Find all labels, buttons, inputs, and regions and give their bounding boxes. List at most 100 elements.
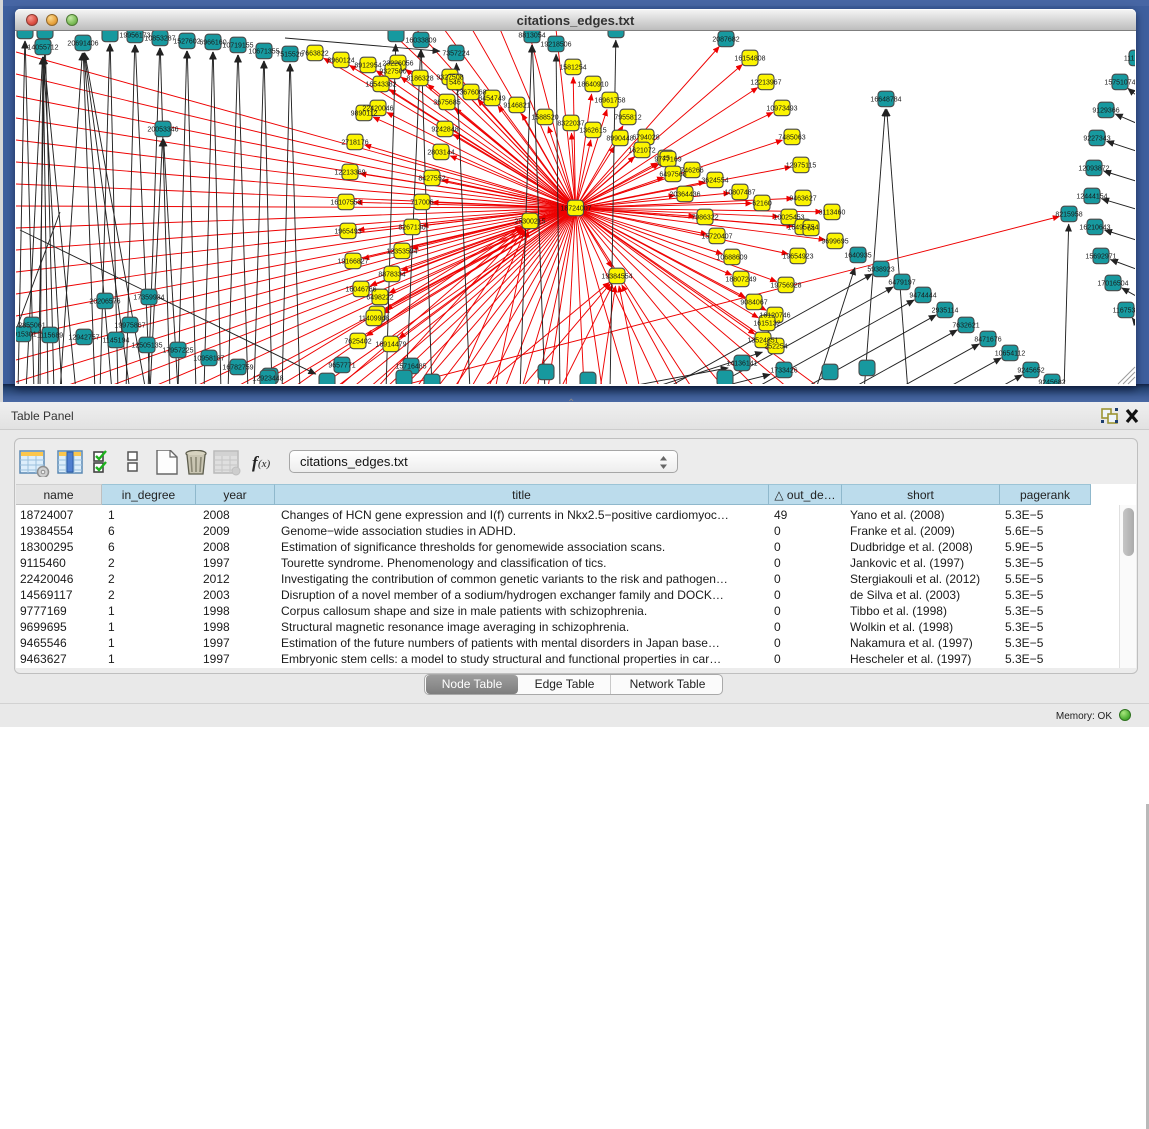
svg-text:1640935: 1640935 — [844, 253, 871, 260]
svg-text:7955812: 7955812 — [614, 115, 641, 122]
svg-text:2803144: 2803144 — [427, 150, 454, 157]
svg-text:8813054: 8813054 — [518, 33, 545, 40]
svg-text:20053346: 20053346 — [147, 127, 178, 134]
svg-text:2935114: 2935114 — [932, 308, 959, 315]
svg-text:11409948: 11409948 — [359, 316, 390, 323]
svg-text:5938923: 5938923 — [867, 267, 894, 274]
svg-text:7485063: 7485063 — [778, 135, 805, 142]
svg-text:1117054: 1117054 — [1124, 56, 1149, 63]
svg-text:7625402: 7625402 — [344, 339, 371, 346]
svg-text:12975115: 12975115 — [786, 163, 817, 170]
svg-text:16648784: 16648784 — [870, 97, 901, 104]
svg-text:18724007: 18724007 — [560, 206, 591, 213]
svg-text:1733426: 1733426 — [770, 368, 797, 375]
svg-text:64: 64 — [807, 226, 815, 233]
svg-text:20206576: 20206576 — [89, 299, 120, 306]
svg-text:8471676: 8471676 — [974, 337, 1001, 344]
svg-text:16154808: 16154808 — [734, 56, 765, 63]
svg-text:8215958: 8215958 — [1055, 212, 1082, 219]
svg-text:14055712: 14055712 — [27, 45, 58, 52]
svg-text:(x): (x) — [258, 458, 271, 470]
svg-text:17957225: 17957225 — [162, 348, 193, 355]
svg-text:1145194: 1145194 — [103, 338, 130, 345]
svg-text:12923448: 12923448 — [252, 376, 283, 383]
svg-text:9146821: 9146821 — [503, 103, 530, 110]
svg-text:10025453: 10025453 — [773, 215, 804, 222]
svg-text:16120746: 16120746 — [759, 313, 790, 320]
svg-text:1581254: 1581254 — [559, 65, 586, 72]
svg-text:1167532: 1167532 — [1113, 308, 1140, 315]
svg-text:9242848: 9242848 — [431, 127, 458, 134]
svg-text:10853287: 10853287 — [144, 36, 175, 43]
svg-text:20364436: 20364436 — [669, 192, 700, 199]
svg-text:1615132: 1615132 — [753, 321, 780, 328]
svg-text:19756928: 19756928 — [770, 283, 801, 290]
svg-text:3624554: 3624554 — [701, 178, 728, 185]
svg-text:8454749: 8454749 — [478, 96, 505, 103]
svg-text:12093872: 12093872 — [1078, 166, 1109, 173]
svg-text:9890112: 9890112 — [351, 111, 378, 118]
svg-text:19654923: 19654923 — [782, 254, 813, 261]
svg-text:17359934: 17359934 — [133, 295, 164, 302]
svg-text:62160: 62160 — [752, 201, 772, 208]
svg-text:2855061: 2855061 — [18, 323, 45, 330]
svg-text:746266: 746266 — [680, 168, 703, 175]
svg-text:23226056: 23226056 — [382, 61, 413, 68]
svg-text:3915301: 3915301 — [9, 332, 36, 339]
svg-text:12444154: 12444154 — [1076, 194, 1107, 201]
svg-text:9474444: 9474444 — [909, 293, 936, 300]
svg-text:8878334: 8878334 — [378, 272, 405, 279]
svg-text:16107553: 16107553 — [330, 200, 361, 207]
svg-text:10958187: 10958187 — [193, 356, 224, 363]
svg-text:252254: 252254 — [764, 344, 787, 351]
svg-text:18640910: 18640910 — [577, 82, 608, 89]
svg-text:15716485: 15716485 — [395, 364, 426, 371]
svg-text:9084067: 9084067 — [740, 300, 767, 307]
svg-text:9245652: 9245652 — [1017, 368, 1044, 375]
svg-text:16961758: 16961758 — [594, 98, 625, 105]
svg-text:9699695: 9699695 — [821, 239, 848, 246]
svg-text:12505135: 12505135 — [131, 343, 162, 350]
svg-text:16210643: 16210643 — [1079, 225, 1110, 232]
svg-text:1115689: 1115689 — [37, 333, 63, 340]
svg-text:1362615: 1362615 — [579, 128, 606, 135]
svg-text:10688609: 10688609 — [716, 255, 747, 262]
svg-text:12213967: 12213967 — [750, 80, 781, 87]
svg-text:18807249: 18807249 — [725, 277, 756, 284]
svg-text:7632621: 7632621 — [952, 323, 979, 330]
svg-text:2718176: 2718176 — [341, 140, 368, 147]
svg-text:8990448: 8990448 — [606, 136, 633, 143]
svg-text:9245682: 9245682 — [1038, 380, 1065, 387]
svg-text:15692971: 15692971 — [1085, 254, 1116, 261]
svg-text:10654112: 10654112 — [995, 351, 1026, 358]
svg-text:9129366: 9129366 — [1092, 108, 1119, 115]
svg-text:9327500: 9327500 — [379, 69, 406, 76]
svg-text:9463627: 9463627 — [789, 196, 816, 203]
svg-text:19218506: 19218506 — [540, 42, 571, 49]
svg-text:2087682: 2087682 — [712, 37, 739, 44]
svg-text:16543382: 16543382 — [365, 82, 396, 89]
svg-text:8267130: 8267130 — [398, 225, 425, 232]
svg-text:10671355: 10671355 — [248, 49, 279, 56]
svg-text:9777169: 9777169 — [654, 157, 681, 164]
svg-text:8186328: 8186328 — [406, 76, 433, 83]
svg-text:6479197: 6479197 — [888, 280, 915, 287]
svg-text:7357224: 7357224 — [442, 51, 469, 58]
svg-text:19384554: 19384554 — [601, 274, 632, 281]
svg-text:16782759: 16782759 — [222, 365, 253, 372]
svg-text:8960124: 8960124 — [327, 58, 354, 65]
svg-text:15720407: 15720407 — [701, 234, 732, 241]
svg-text:9657771: 9657771 — [328, 363, 355, 370]
svg-text:16033809: 16033809 — [405, 38, 436, 45]
svg-text:7515526: 7515526 — [276, 52, 303, 59]
svg-text:8912954: 8912954 — [354, 63, 381, 70]
svg-text:6794028: 6794028 — [632, 135, 659, 142]
svg-text:8322037: 8322037 — [557, 121, 584, 128]
svg-text:6498222: 6498222 — [366, 295, 393, 302]
svg-text:9227343: 9227343 — [1083, 136, 1110, 143]
svg-text:25300215: 25300215 — [514, 219, 545, 226]
svg-text:546: 546 — [449, 80, 461, 87]
svg-text:1621072: 1621072 — [628, 148, 655, 155]
svg-text:14136141: 14136141 — [726, 361, 757, 368]
svg-text:20691406: 20691406 — [67, 41, 98, 48]
